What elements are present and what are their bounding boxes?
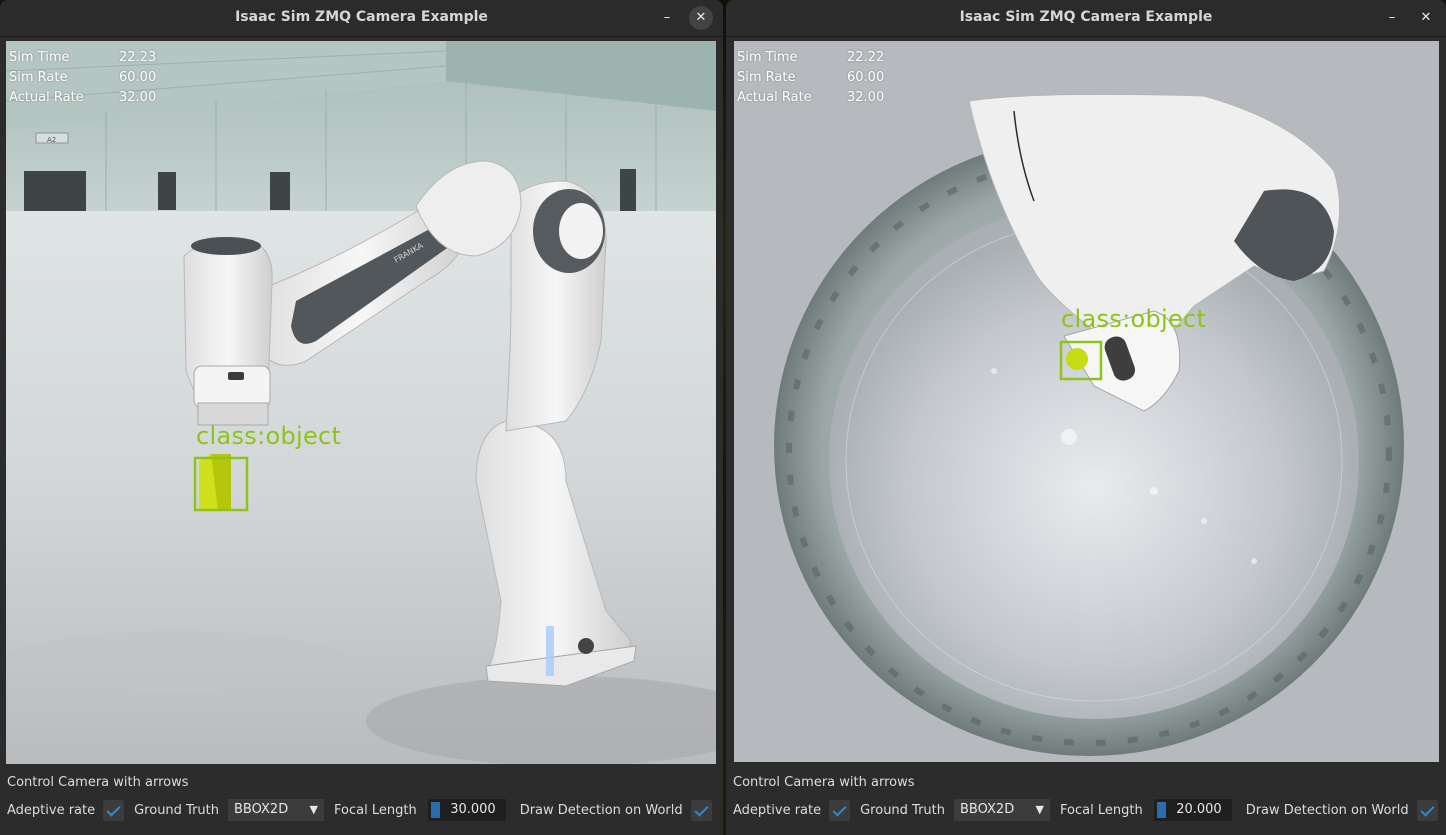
minimize-button[interactable]: – [655,6,679,30]
adaptive-rate-label: Adeptive rate [733,802,822,818]
ground-truth-label: Ground Truth [134,802,220,818]
draw-detection-label: Draw Detection on World [1245,802,1409,818]
camera-window-right: Isaac Sim ZMQ Camera Example – ✕ class:o… [726,0,1446,835]
slider-fill [430,802,440,818]
window-title: Isaac Sim ZMQ Camera Example [959,9,1213,25]
ground-truth-label: Ground Truth [860,802,946,818]
adaptive-rate-checkbox[interactable] [829,799,851,821]
stats-overlay: Sim Time 22.23 Sim Rate 60.00 Actual Rate 3… [9,48,156,108]
sim-rate-value: 60.00 [847,70,885,85]
detection-label: class:object [1061,305,1207,333]
actual-rate-value: 32.00 [847,90,885,105]
draw-detection-label: Draw Detection on World [519,802,683,818]
stats-overlay: Sim Time 22.22 Sim Rate 60.00 Actual Rate 3… [737,48,884,108]
close-icon: ✕ [695,10,707,25]
sim-rate-label: Sim Rate [9,70,68,85]
control-row: Adeptive rate Ground Truth BBOX2D ▼ Foca… [7,798,722,822]
adaptive-rate-label: Adeptive rate [7,802,96,818]
draw-detection-checkbox[interactable] [1416,799,1438,821]
focal-length-label: Focal Length [1060,802,1143,818]
sim-time-value: 22.22 [847,50,885,65]
sim-rate-value: 60.00 [119,70,157,85]
close-button[interactable]: ✕ [1414,6,1438,30]
focal-length-label: Focal Length [334,802,417,818]
focal-length-slider[interactable]: 30.000 [427,799,506,821]
chevron-down-icon: ▼ [309,803,319,816]
camera-window-left: Isaac Sim ZMQ Camera Example – ✕ A2 FRAN… [0,0,723,835]
camera-viewport[interactable]: A2 FRANKA class:object Sim Time 22.23 Si… [6,41,716,764]
focal-length-value: 20.000 [1176,802,1222,817]
rendered-scene: A2 FRANKA [6,41,716,764]
close-icon: ✕ [1420,10,1432,25]
sim-time-label: Sim Time [737,50,798,65]
ground-truth-dropdown[interactable]: BBOX2D ▼ [228,799,325,821]
scene-sign: A2 [47,136,56,144]
chevron-down-icon: ▼ [1035,803,1045,816]
slider-fill [1156,802,1166,818]
control-panel: Control Camera with arrows Adeptive rate… [726,764,1446,835]
focal-length-value: 30.000 [450,802,496,817]
actual-rate-label: Actual Rate [9,90,84,105]
sim-rate-label: Sim Rate [737,70,796,85]
adaptive-rate-checkbox[interactable] [103,799,125,821]
draw-detection-checkbox[interactable] [690,799,712,821]
titlebar[interactable]: Isaac Sim ZMQ Camera Example – ✕ [726,0,1446,37]
minimize-icon: – [663,10,671,25]
control-title: Control Camera with arrows [733,775,915,790]
close-button[interactable]: ✕ [689,6,713,30]
minimize-icon: – [1388,10,1396,25]
ground-truth-dropdown[interactable]: BBOX2D ▼ [954,799,1051,821]
titlebar[interactable]: Isaac Sim ZMQ Camera Example – ✕ [0,0,723,37]
sim-time-value: 22.23 [119,50,157,65]
detection-label: class:object [196,422,342,450]
control-row: Adeptive rate Ground Truth BBOX2D ▼ Foca… [733,798,1446,822]
sim-time-label: Sim Time [9,50,70,65]
rendered-scene [734,41,1439,762]
focal-length-slider[interactable]: 20.000 [1153,799,1232,821]
actual-rate-value: 32.00 [119,90,157,105]
camera-viewport[interactable]: class:object Sim Time 22.22 Sim Rate 60.00… [734,41,1439,762]
control-panel: Control Camera with arrows Adeptive rate… [0,764,723,835]
window-title: Isaac Sim ZMQ Camera Example [235,9,488,25]
ground-truth-value: BBOX2D [960,802,1015,817]
control-title: Control Camera with arrows [7,775,189,790]
actual-rate-label: Actual Rate [737,90,812,105]
ground-truth-value: BBOX2D [234,802,289,817]
minimize-button[interactable]: – [1380,6,1404,30]
